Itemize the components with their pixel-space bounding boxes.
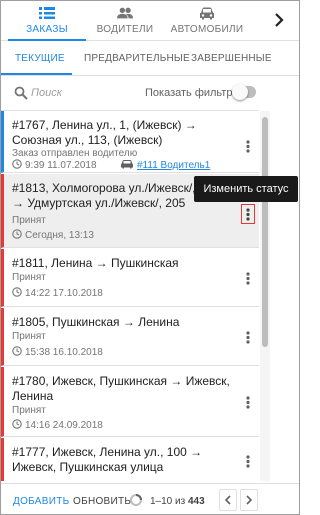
order-card[interactable]: #1780, Ижевск, Пушкинская → Ижевск, Лени… — [1, 367, 259, 437]
more-options-button[interactable] — [241, 393, 255, 413]
clock-icon — [12, 229, 22, 239]
order-status: Принят — [12, 215, 46, 226]
more-vert-icon — [246, 396, 250, 409]
order-time-row: 15:38 16.10.2018 — [12, 346, 103, 360]
tab-cars[interactable]: АВТОМОБИЛИ — [163, 1, 251, 41]
clock-icon — [12, 287, 22, 297]
active-tab-indicator — [8, 39, 86, 41]
order-status: Принят — [12, 405, 46, 416]
active-subtab-indicator — [1, 73, 72, 75]
more-options-button[interactable] — [241, 328, 255, 348]
driver-link[interactable]: #111 Водитель1 — [120, 159, 210, 171]
clock-icon — [12, 159, 22, 169]
order-title: #1780, Ижевск, Пушкинская → Ижевск, Лени… — [12, 374, 230, 403]
order-time-row: 14:16 24.09.2018 — [12, 419, 103, 433]
subtab-scheduled[interactable]: ПРЕДВАРИТЕЛЬНЫЕ — [84, 53, 190, 64]
car-icon — [121, 160, 133, 169]
subtab-completed[interactable]: ЗАВЕРШЕННЫЕ — [191, 53, 272, 64]
app-window: ЗАКАЗЫ ВОДИТЕЛИ АВТОМОБИЛИ ТЕКУЩИЕ ПРЕДВ… — [0, 0, 300, 515]
clock-icon — [12, 419, 22, 429]
people-icon — [117, 7, 133, 19]
order-card[interactable]: #1777, Ижевск, Ленина ул., 100 → Ижевск,… — [1, 438, 259, 481]
add-button[interactable]: ДОБАВИТЬ — [13, 496, 70, 507]
prev-page-button[interactable] — [219, 489, 237, 511]
more-vert-icon — [246, 208, 250, 221]
more-options-button[interactable] — [241, 204, 255, 224]
car-icon — [200, 7, 214, 20]
order-title: #1811, Ленина → Пушкинская — [12, 256, 179, 270]
more-vert-icon — [246, 272, 250, 285]
order-card[interactable]: #1805, Пушкинская → Ленина Принят 15:38 … — [1, 308, 259, 366]
order-status: Принят — [12, 272, 46, 283]
order-time: Сегодня, 13:13 — [25, 230, 94, 241]
tab-orders[interactable]: ЗАКАЗЫ — [8, 1, 86, 41]
order-time: 14:16 24.09.2018 — [25, 420, 103, 431]
more-options-button[interactable] — [241, 452, 255, 472]
pagination-info: 1–10 из 443 — [150, 496, 205, 507]
more-options-button[interactable] — [241, 137, 255, 157]
orders-list: #1767, Ленина ул., 1, (Ижевск) → Союзная… — [1, 110, 259, 481]
tab-drivers[interactable]: ВОДИТЕЛИ — [84, 1, 166, 41]
tab-drivers-label: ВОДИТЕЛИ — [96, 24, 154, 35]
order-title: #1813, Холмогорова ул./Ижевск/, 11 → Удм… — [12, 181, 212, 210]
main-nav: ЗАКАЗЫ ВОДИТЕЛИ АВТОМОБИЛИ — [1, 1, 299, 41]
toggle-knob — [232, 84, 248, 100]
subtab-current[interactable]: ТЕКУЩИЕ — [15, 53, 65, 64]
search-icon — [14, 86, 28, 100]
search-input[interactable] — [31, 84, 131, 102]
tooltip: Изменить статус — [194, 176, 298, 202]
footer-bar: ДОБАВИТЬ ОБНОВИТЬ 1–10 из 443 — [1, 483, 299, 514]
order-time: 15:38 16.10.2018 — [25, 347, 103, 358]
refresh-button[interactable]: ОБНОВИТЬ — [73, 496, 131, 507]
tab-cars-label: АВТОМОБИЛИ — [170, 24, 244, 35]
driver-name: #111 Водитель1 — [137, 160, 211, 171]
pagination-range: 1–10 из — [150, 496, 186, 507]
order-title: #1767, Ленина ул., 1, (Ижевск) → Союзная… — [12, 118, 197, 147]
chevron-right-icon[interactable] — [271, 11, 287, 29]
loading-spinner-icon — [130, 494, 142, 506]
more-options-button[interactable] — [241, 269, 255, 289]
order-title: #1777, Ижевск, Ленина ул., 100 → Ижевск,… — [12, 445, 203, 474]
chevron-left-icon — [224, 495, 231, 505]
order-subtabs: ТЕКУЩИЕ ПРЕДВАРИТЕЛЬНЫЕ ЗАВЕРШЕННЫЕ — [1, 42, 299, 76]
list-icon — [39, 7, 55, 19]
search-row: Показать фильтр — [1, 78, 299, 108]
order-time-row: Сегодня, 13:13 — [12, 229, 94, 243]
order-status: Принят — [12, 331, 46, 342]
chevron-right-icon — [246, 495, 253, 505]
tab-orders-label: ЗАКАЗЫ — [26, 24, 68, 35]
next-page-button[interactable] — [240, 489, 258, 511]
more-vert-icon — [246, 140, 250, 153]
scrollbar-thumb[interactable] — [262, 117, 268, 347]
filter-toggle-label: Показать фильтр — [145, 87, 233, 99]
order-card[interactable]: #1767, Ленина ул., 1, (Ижевск) → Союзная… — [1, 111, 259, 173]
order-time: 14:22 17.10.2018 — [25, 288, 103, 299]
order-time: 9:39 11.07.2018 — [25, 160, 97, 171]
order-card[interactable]: #1811, Ленина → Пушкинская Принят 14:22 … — [1, 249, 259, 307]
order-title: #1805, Пушкинская → Ленина — [12, 315, 180, 329]
more-vert-icon — [246, 331, 250, 344]
order-time-row: 14:22 17.10.2018 — [12, 287, 103, 301]
filter-toggle[interactable] — [232, 84, 256, 100]
more-vert-icon — [246, 455, 250, 468]
pagination-total: 443 — [187, 496, 205, 507]
clock-icon — [12, 346, 22, 356]
order-status: Заказ отправлен водителю — [12, 148, 138, 159]
order-time-row: 9:39 11.07.2018 #111 Водитель1 — [12, 159, 252, 173]
